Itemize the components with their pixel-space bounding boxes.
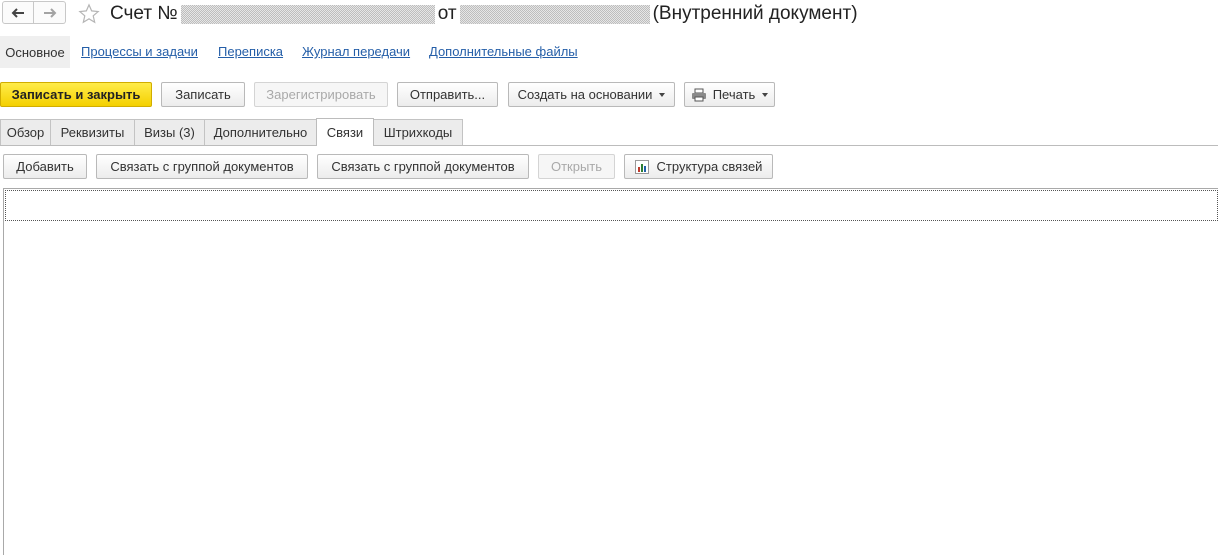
- arrow-right-icon: [43, 7, 56, 18]
- link-structure-label: Структура связей: [656, 159, 763, 174]
- page-title: Счет № от (Внутренний документ): [110, 2, 858, 26]
- section-link-transfer-log[interactable]: Журнал передачи: [302, 44, 410, 59]
- title-middle: от: [437, 3, 457, 24]
- register-button[interactable]: Зарегистрировать: [254, 82, 388, 107]
- print-label: Печать: [712, 87, 756, 102]
- section-link-additional-files[interactable]: Дополнительные файлы: [429, 44, 578, 59]
- send-button[interactable]: Отправить...: [397, 82, 498, 107]
- chevron-down-icon: [659, 92, 666, 97]
- star-outline-icon: [78, 3, 100, 24]
- history-nav: [2, 1, 66, 25]
- title-prefix: Счет №: [110, 3, 178, 24]
- back-button[interactable]: [2, 1, 34, 24]
- create-based-on-label: Создать на основании: [517, 87, 653, 102]
- section-link-correspondence[interactable]: Переписка: [218, 44, 283, 59]
- title-suffix: (Внутренний документ): [652, 3, 858, 24]
- forward-button[interactable]: [34, 1, 66, 24]
- favorite-button[interactable]: [76, 1, 102, 27]
- link-group-button-1[interactable]: Связать с группой документов: [96, 154, 308, 179]
- links-table[interactable]: [3, 188, 1218, 555]
- redacted-number: [180, 4, 435, 24]
- printer-icon: [691, 88, 706, 101]
- tab-additional[interactable]: Дополнительно: [204, 119, 317, 145]
- tab-details[interactable]: Реквизиты: [50, 119, 135, 145]
- redacted-date: [459, 4, 650, 24]
- tab-overview[interactable]: Обзор: [0, 119, 51, 145]
- tab-strip: Обзор Реквизиты Визы (3) Дополнительно С…: [0, 118, 1218, 146]
- link-structure-button[interactable]: Структура связей: [624, 154, 773, 179]
- tabs-divider: [0, 145, 1218, 146]
- tab-barcodes[interactable]: Штрихкоды: [373, 119, 463, 145]
- section-nav: Основное Процессы и задачи Переписка Жур…: [0, 36, 1218, 68]
- tab-links[interactable]: Связи: [316, 118, 374, 146]
- print-button[interactable]: Печать: [684, 82, 775, 107]
- create-based-on-button[interactable]: Создать на основании: [508, 82, 675, 107]
- tab-approvals[interactable]: Визы (3): [134, 119, 205, 145]
- link-group-button-2[interactable]: Связать с группой документов: [317, 154, 529, 179]
- save-button[interactable]: Записать: [161, 82, 245, 107]
- arrow-left-icon: [11, 7, 24, 18]
- open-button[interactable]: Открыть: [538, 154, 615, 179]
- section-main[interactable]: Основное: [0, 36, 70, 68]
- save-and-close-button[interactable]: Записать и закрыть: [0, 82, 152, 107]
- chart-icon: [634, 159, 649, 174]
- table-row[interactable]: [5, 190, 1218, 221]
- add-button[interactable]: Добавить: [3, 154, 87, 179]
- title-bar: Счет № от (Внутренний документ): [0, 0, 1218, 28]
- chevron-down-icon: [762, 92, 769, 97]
- section-link-processes[interactable]: Процессы и задачи: [81, 44, 198, 59]
